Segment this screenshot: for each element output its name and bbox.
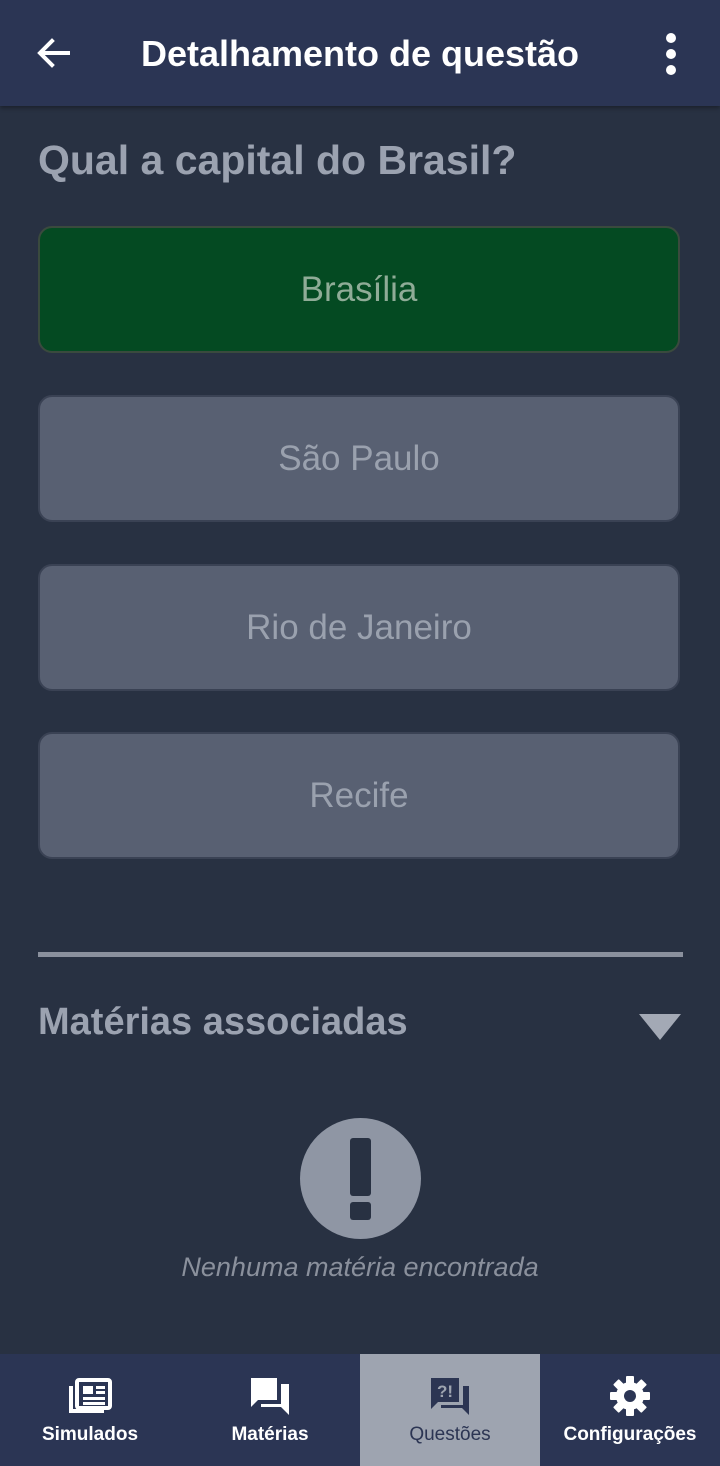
more-vert-icon — [666, 33, 676, 75]
gear-icon — [610, 1376, 650, 1416]
nav-label: Questões — [409, 1424, 491, 1445]
nav-label: Configurações — [563, 1424, 697, 1445]
nav-item-materias[interactable]: Matérias — [180, 1354, 360, 1466]
app-bar: Detalhamento de questão — [0, 0, 720, 106]
page-title: Detalhamento de questão — [140, 33, 580, 74]
forum-icon — [251, 1378, 289, 1415]
newspaper-icon — [69, 1378, 112, 1413]
nav-item-questoes[interactable]: ?! Questões — [360, 1354, 540, 1466]
answer-option[interactable]: São Paulo — [38, 395, 680, 522]
bottom-navigation: Simulados Matérias ?! Questões Configura… — [0, 1354, 720, 1466]
answer-option[interactable]: Recife — [38, 732, 680, 859]
answer-option[interactable]: Rio de Janeiro — [38, 564, 680, 691]
nav-label: Matérias — [231, 1424, 309, 1445]
nav-item-simulados[interactable]: Simulados — [0, 1354, 180, 1466]
subjects-section-toggle[interactable]: Matérias associadas — [38, 992, 683, 1056]
nav-label: Simulados — [41, 1424, 139, 1445]
svg-text:?!: ?! — [437, 1382, 453, 1401]
subjects-section-title: Matérias associadas — [38, 1001, 408, 1043]
empty-state-text: Nenhuma matéria encontrada — [181, 1252, 539, 1282]
exclamation-circle-icon — [300, 1118, 421, 1239]
answer-option-correct[interactable]: Brasília — [38, 226, 680, 353]
question-chat-icon: ?! — [431, 1378, 469, 1415]
question-text: Qual a capital do Brasil? — [38, 137, 517, 183]
section-divider — [38, 952, 683, 957]
nav-item-configuracoes[interactable]: Configurações — [540, 1354, 720, 1466]
overflow-menu-button[interactable] — [648, 28, 694, 80]
caret-down-icon — [639, 1014, 681, 1040]
